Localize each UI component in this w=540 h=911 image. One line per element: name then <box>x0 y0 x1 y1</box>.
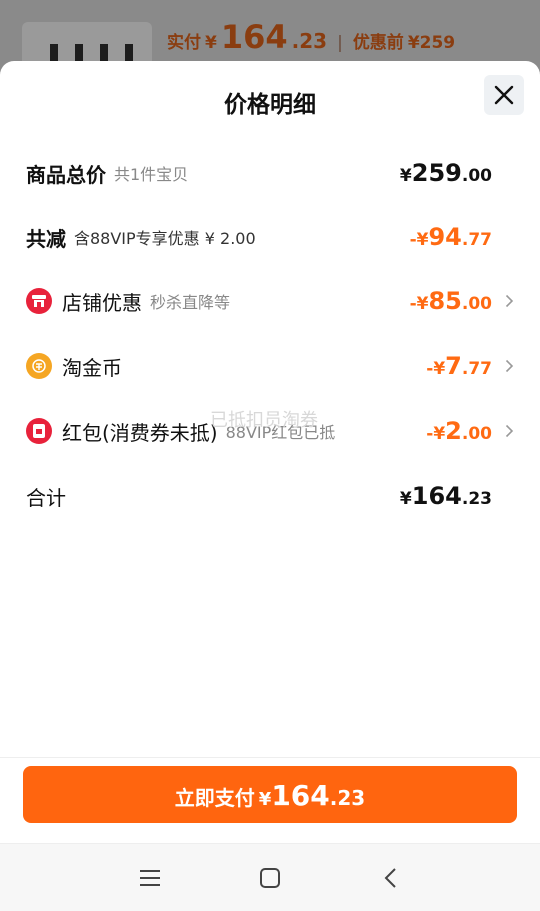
divider <box>0 757 540 758</box>
row-label: 淘金币 <box>62 355 122 380</box>
home-icon[interactable] <box>255 863 285 893</box>
coin-icon <box>26 353 52 379</box>
chevron-right-icon <box>496 424 514 438</box>
row-amount: ¥259.00 <box>399 159 492 187</box>
row-amount: -¥ 94.77 <box>409 223 492 251</box>
red-packet-icon <box>26 418 52 444</box>
sheet-title: 价格明细 <box>224 92 316 118</box>
row-goods-total: 商品总价 共1件宝贝 ¥259.00 <box>26 153 514 193</box>
row-sub: 秒杀直降等 <box>150 293 231 312</box>
row-amount: -¥ 2.00 <box>426 417 492 445</box>
chevron-right-icon <box>496 359 514 373</box>
price-detail-sheet: 价格明细 商品总价 共1件宝贝 ¥259.00 共减 含88VIP专享优惠 ¥ … <box>0 61 540 911</box>
row-amount: -¥ 7.77 <box>426 352 492 380</box>
row-store-discount[interactable]: 店铺优惠 秒杀直降等 -¥ 85.00 <box>26 281 514 321</box>
background-price: 实付 ¥ 164.23 | 优惠前 ¥259 <box>167 18 456 56</box>
store-icon <box>26 288 52 314</box>
row-taobao-coin[interactable]: 淘金币 -¥ 7.77 <box>26 346 514 386</box>
chevron-right-icon <box>496 294 514 308</box>
row-label: 共减 <box>26 226 66 251</box>
row-label: 合计 <box>26 485 66 510</box>
row-total-reduction: 共减 含88VIP专享优惠 ¥ 2.00 -¥ 94.77 <box>26 217 514 257</box>
watermark: 已抵扣员淘券 <box>210 410 318 431</box>
row-label: 店铺优惠 <box>62 290 142 315</box>
row-label: 红包(消费券未抵) <box>62 420 218 445</box>
menu-icon[interactable] <box>135 863 165 893</box>
close-icon <box>494 85 514 105</box>
back-icon[interactable] <box>375 863 405 893</box>
row-sub: 含88VIP专享优惠 ¥ 2.00 <box>74 229 256 248</box>
pay-now-button[interactable]: 立即支付 ¥164.23 <box>23 766 517 823</box>
row-amount: -¥ 85.00 <box>409 287 492 315</box>
row-label: 商品总价 <box>26 162 106 187</box>
system-nav-bar <box>0 843 540 911</box>
row-sub: 共1件宝贝 <box>114 165 189 184</box>
close-button[interactable] <box>484 75 524 115</box>
row-sum: 合计 ¥164.23 <box>26 476 514 516</box>
row-amount: ¥164.23 <box>399 482 492 510</box>
